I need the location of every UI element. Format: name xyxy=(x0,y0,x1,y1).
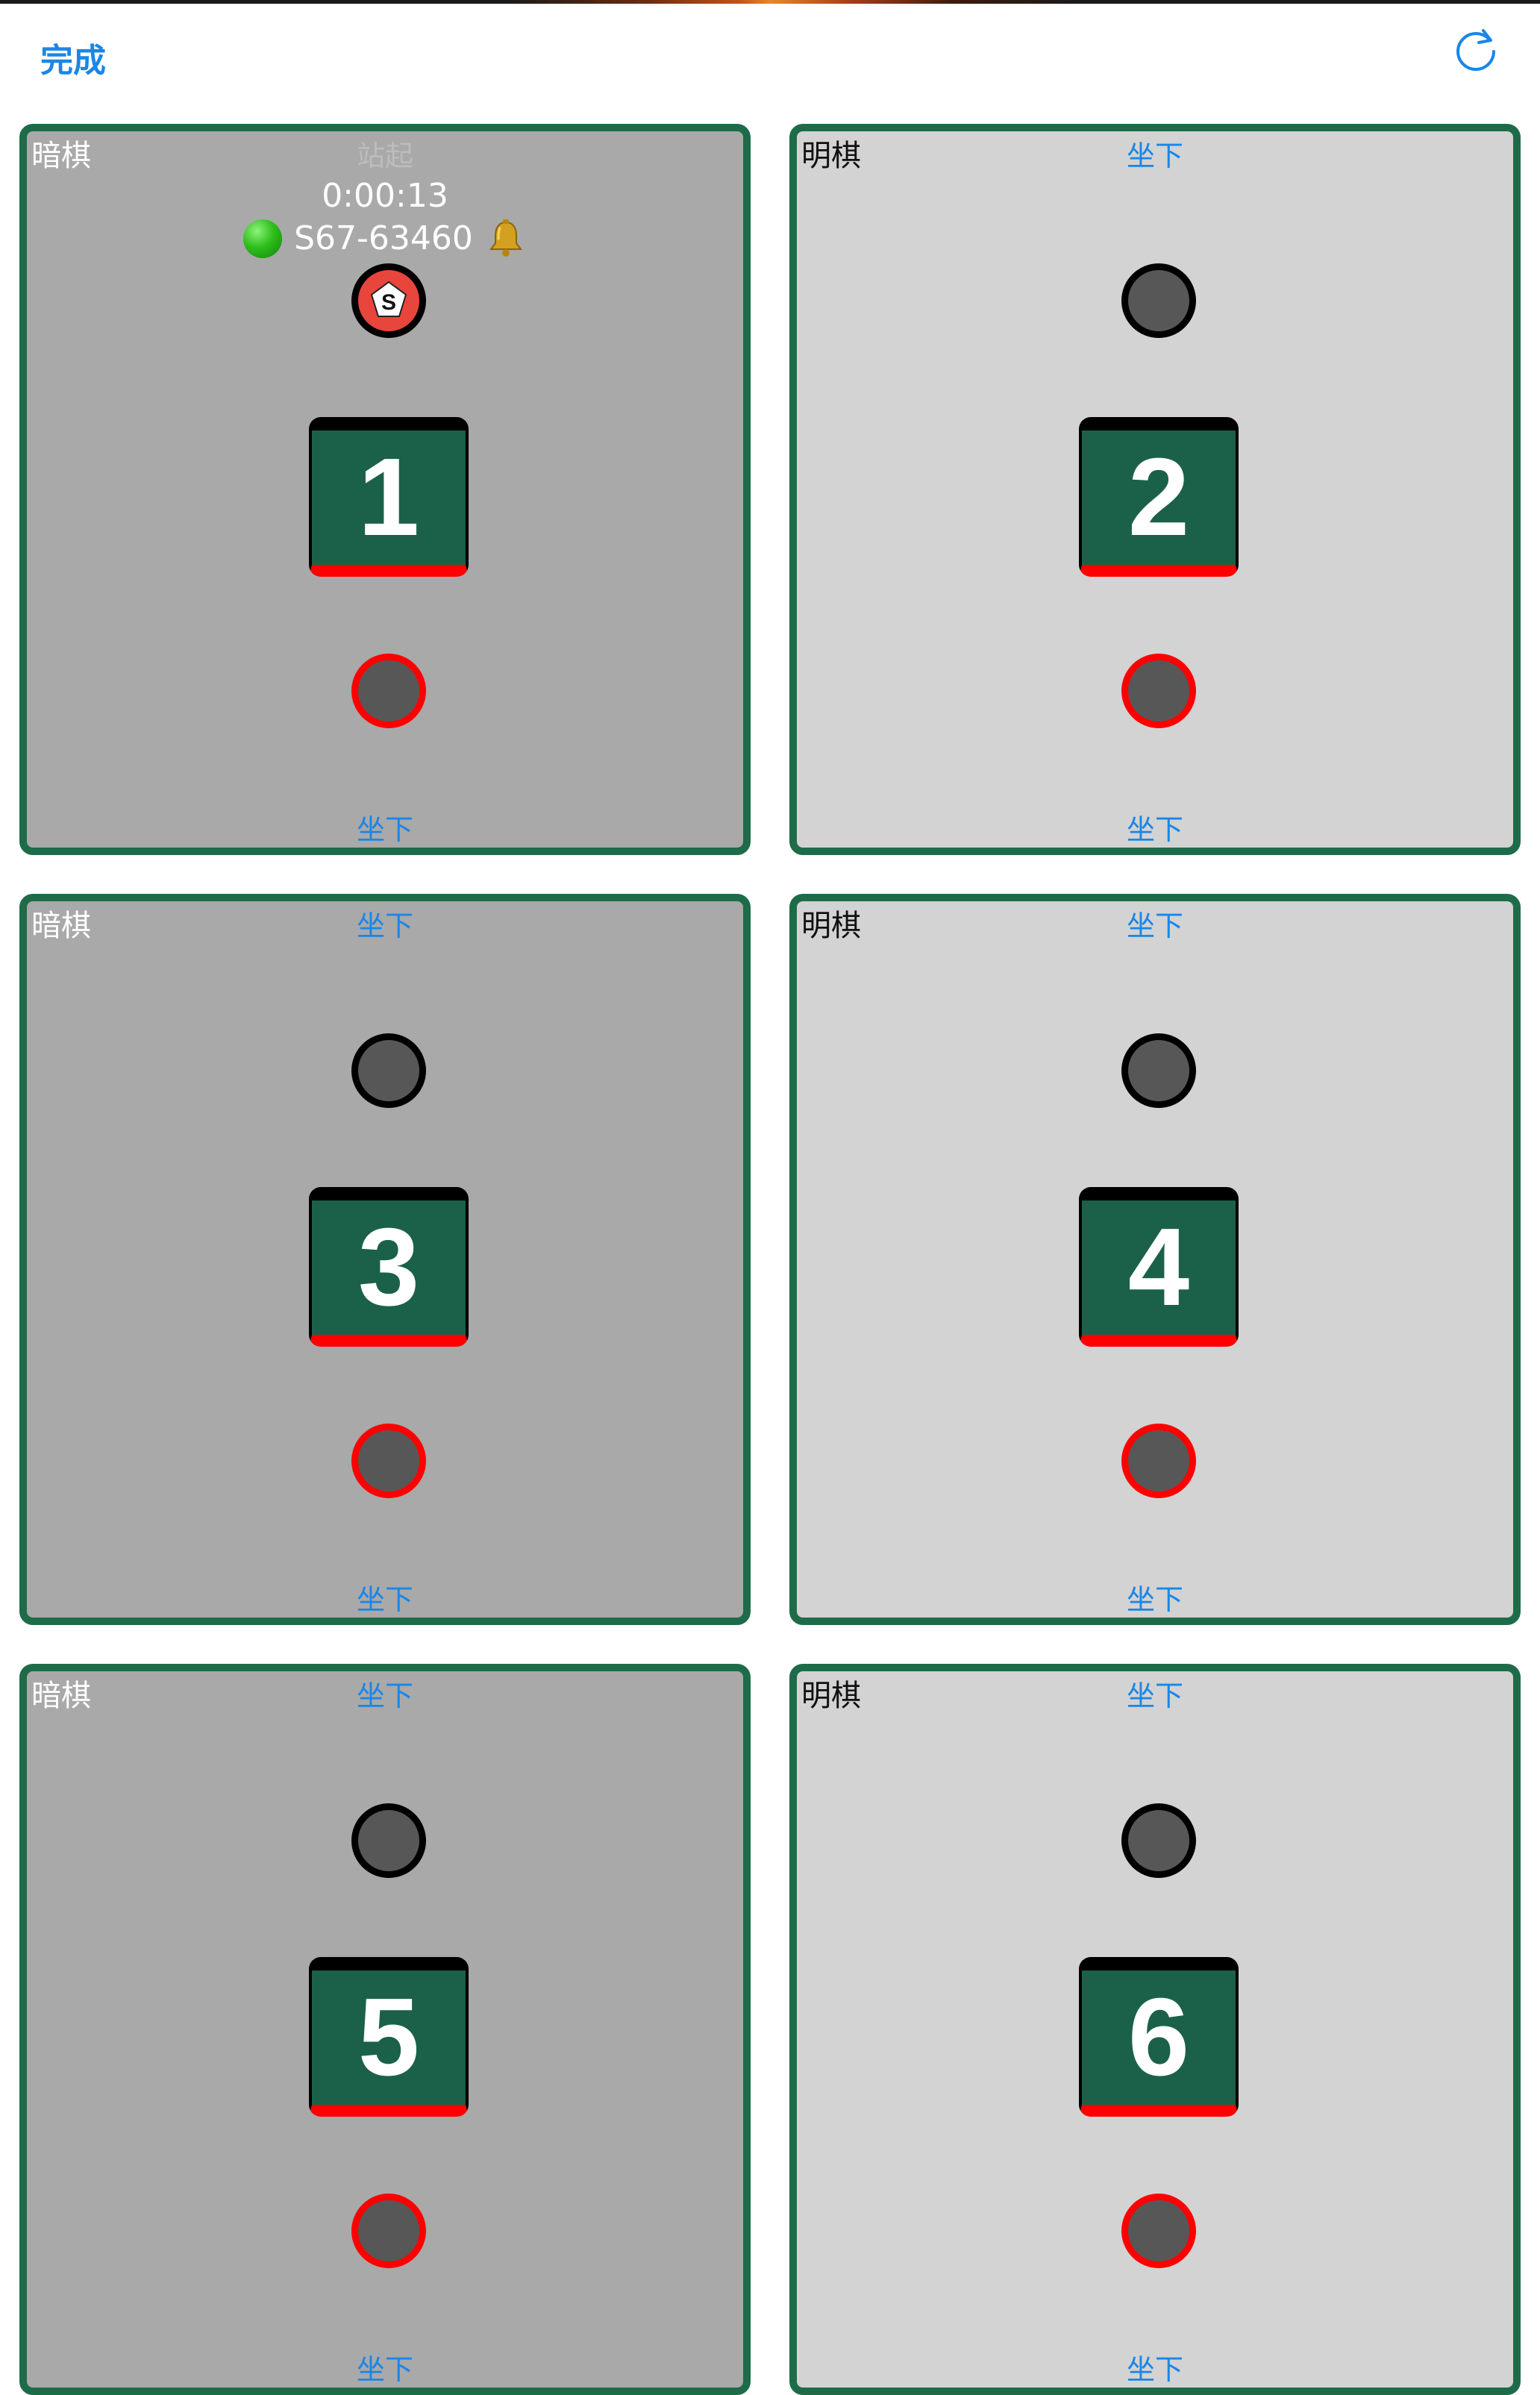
upper-seat[interactable] xyxy=(1121,1033,1196,1108)
navigation-bar: 完成 xyxy=(0,4,1540,123)
sit-down-button[interactable]: 坐下 xyxy=(27,1677,743,1715)
lower-seat[interactable] xyxy=(1121,2194,1196,2268)
bell-icon xyxy=(489,219,522,257)
stand-up-button[interactable]: 站起 xyxy=(27,137,743,175)
sit-down-button[interactable]: 坐下 xyxy=(797,2352,1513,2388)
table-card[interactable]: 明棋 坐下 4 坐下 xyxy=(789,894,1521,1625)
upper-seat[interactable] xyxy=(351,1033,426,1108)
upper-seat[interactable] xyxy=(1121,1803,1196,1878)
sit-down-button[interactable]: 坐下 xyxy=(797,907,1513,945)
game-timer: 0:00:13 xyxy=(322,177,448,215)
svg-text:S: S xyxy=(381,290,396,315)
lower-seat[interactable] xyxy=(351,2194,426,2268)
table-tile[interactable]: 5 xyxy=(309,1957,469,2117)
table-tile[interactable]: 4 xyxy=(1079,1187,1239,1347)
lower-seat[interactable] xyxy=(351,654,426,728)
table-number: 6 xyxy=(1127,1976,1190,2099)
sit-down-button[interactable]: 坐下 xyxy=(797,812,1513,848)
table-tile[interactable]: 1 xyxy=(309,417,469,577)
table-card[interactable]: 暗棋 坐下 5 坐下 xyxy=(19,1664,751,2395)
lower-seat[interactable] xyxy=(1121,654,1196,728)
upper-seat[interactable] xyxy=(1121,263,1196,338)
table-tile[interactable]: 2 xyxy=(1079,417,1239,577)
sit-down-button[interactable]: 坐下 xyxy=(27,1582,743,1618)
table-number: 4 xyxy=(1127,1206,1190,1329)
sit-down-button[interactable]: 坐下 xyxy=(27,812,743,848)
sit-down-button[interactable]: 坐下 xyxy=(27,2352,743,2388)
table-tile[interactable]: 3 xyxy=(309,1187,469,1347)
player-info: S67-63460 xyxy=(27,218,743,260)
table-card[interactable]: 明棋 坐下 6 坐下 xyxy=(789,1664,1521,2395)
sit-down-button[interactable]: 坐下 xyxy=(27,907,743,945)
table-card[interactable]: 暗棋 站起 0:00:13 S67-63460 S 1 坐下 xyxy=(19,124,751,855)
lower-seat[interactable] xyxy=(1121,1424,1196,1498)
upper-seat[interactable] xyxy=(351,1803,426,1878)
refresh-button[interactable] xyxy=(1450,26,1501,77)
online-status-icon xyxy=(243,219,283,258)
table-card[interactable]: 暗棋 坐下 3 坐下 xyxy=(19,894,751,1625)
table-number: 1 xyxy=(357,436,420,559)
sit-down-button[interactable]: 坐下 xyxy=(797,1677,1513,1715)
table-card[interactable]: 明棋 坐下 2 坐下 xyxy=(789,124,1521,855)
sit-down-button[interactable]: 坐下 xyxy=(797,137,1513,175)
table-number: 5 xyxy=(357,1976,420,2099)
player-name: S67-63460 xyxy=(294,219,473,257)
table-number: 3 xyxy=(357,1206,420,1329)
refresh-icon xyxy=(1456,29,1495,71)
done-button[interactable]: 完成 xyxy=(40,34,106,81)
lower-seat[interactable] xyxy=(351,1424,426,1498)
sit-down-button[interactable]: 坐下 xyxy=(797,1582,1513,1618)
table-tile[interactable]: 6 xyxy=(1079,1957,1239,2117)
upper-seat[interactable]: S xyxy=(351,263,426,338)
pentagon-s-icon: S xyxy=(370,281,407,317)
table-number: 2 xyxy=(1127,436,1190,559)
